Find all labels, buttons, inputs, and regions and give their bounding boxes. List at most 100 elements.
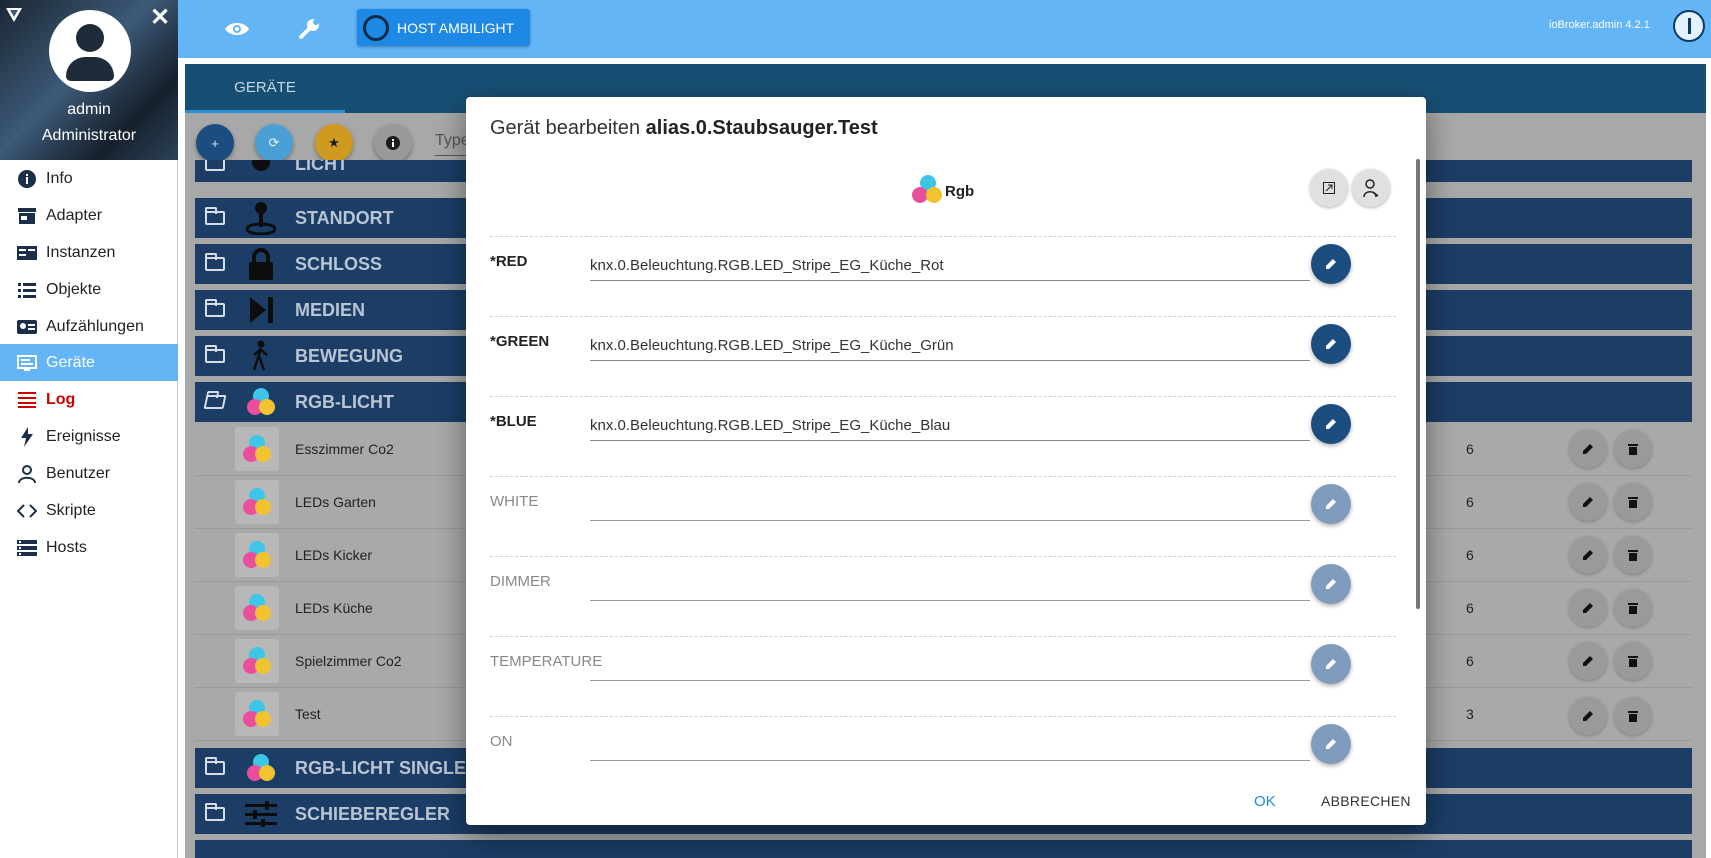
eye-icon[interactable] [222, 14, 252, 44]
category-label: RGB-LICHT SINGLE [295, 757, 466, 778]
dialog-title: Gerät bearbeiten alias.0.Staubsauger.Tes… [490, 117, 878, 140]
edit-device-button[interactable] [1569, 642, 1607, 680]
delete-device-button[interactable] [1614, 483, 1652, 521]
user-profile: ✕ admin Administrator [0, 0, 178, 160]
rgb-icon [243, 384, 279, 420]
sidebar-item-label: Info [46, 169, 73, 187]
sidebar-item-benutzer[interactable]: Benutzer [0, 455, 178, 492]
state-row-blue: *BLUE knx.0.Beleuchtung.RGB.LED_Stripe_E… [490, 396, 1396, 476]
sidebar-item-aufzaehlungen[interactable]: Aufzählungen [0, 308, 178, 345]
device-state-count: 3 [1466, 706, 1474, 722]
instances-icon [16, 242, 38, 264]
device-name: LEDs Kicker [295, 547, 373, 563]
sidebar: ✕ admin Administrator Info Adapter Insta… [0, 0, 178, 858]
device-name: LEDs Garten [295, 494, 376, 510]
edit-state-button[interactable] [1311, 324, 1351, 364]
folder-icon [205, 160, 225, 171]
edit-state-button[interactable] [1311, 644, 1351, 684]
slider-icon [243, 796, 279, 832]
edit-device-button[interactable] [1569, 697, 1607, 735]
dialog-scrollbar[interactable] [1416, 159, 1420, 609]
code-icon [16, 500, 38, 522]
category-label: RGB-LICHT [295, 391, 394, 412]
delete-device-button[interactable] [1614, 536, 1652, 574]
state-name: *GREEN [490, 333, 550, 350]
category-label: SCHIEBEREGLER [295, 803, 451, 824]
sidebar-item-info[interactable]: Info [0, 160, 178, 197]
refresh-button[interactable]: ⟳ [255, 124, 293, 162]
ok-button[interactable]: OK [1254, 793, 1276, 810]
edit-state-button[interactable] [1311, 244, 1351, 284]
delete-device-button[interactable] [1614, 430, 1652, 468]
sidebar-item-adapter[interactable]: Adapter [0, 197, 178, 234]
logout-icon[interactable] [1673, 10, 1705, 42]
device-icon [235, 586, 279, 630]
host-status-icon [363, 14, 389, 41]
app-root: ✕ admin Administrator Info Adapter Insta… [0, 0, 1711, 858]
category-label: MEDIEN [295, 299, 366, 320]
category-label: STANDORT [295, 207, 394, 228]
menu-toggle-icon[interactable] [6, 8, 22, 22]
edit-device-button[interactable] [1569, 483, 1607, 521]
store-icon [16, 205, 38, 227]
edit-device-button[interactable] [1569, 589, 1607, 627]
delete-device-button[interactable] [1614, 642, 1652, 680]
state-name: DIMMER [490, 573, 551, 590]
folder-icon [205, 253, 225, 271]
edit-state-button[interactable] [1311, 724, 1351, 764]
host-button[interactable]: HOST AMBILIGHT [357, 9, 530, 46]
device-state-count: 6 [1466, 653, 1474, 669]
state-id-input[interactable]: knx.0.Beleuchtung.RGB.LED_Stripe_EG_Küch… [590, 257, 1310, 281]
sidebar-item-objekte[interactable]: Objekte [0, 271, 178, 308]
expand-button[interactable] [1310, 169, 1348, 207]
device-type-label: Rgb [945, 182, 975, 200]
sidebar-item-log[interactable]: Log [0, 381, 178, 418]
device-icon [235, 639, 279, 683]
state-id-input[interactable] [590, 497, 1310, 521]
edit-state-button[interactable] [1311, 404, 1351, 444]
edit-state-button[interactable] [1311, 564, 1351, 604]
device-name: LEDs Küche [295, 600, 373, 616]
state-row-temperature: TEMPERATURE [490, 636, 1396, 716]
category-label: SCHLOSS [295, 253, 383, 274]
edit-state-button[interactable] [1311, 484, 1351, 524]
state-id-input[interactable]: knx.0.Beleuchtung.RGB.LED_Stripe_EG_Küch… [590, 417, 1310, 441]
edit-device-dialog: Gerät bearbeiten alias.0.Staubsauger.Tes… [466, 97, 1426, 825]
bulb-icon [243, 160, 279, 182]
device-name: Test [295, 706, 321, 722]
info-button[interactable] [374, 124, 412, 162]
media-icon [243, 292, 279, 328]
add-device-button[interactable]: + [196, 124, 234, 162]
state-id-input[interactable]: knx.0.Beleuchtung.RGB.LED_Stripe_EG_Küch… [590, 337, 1310, 361]
edit-device-button[interactable] [1569, 430, 1607, 468]
category-label: LICHT [295, 160, 348, 174]
state-id-input[interactable] [590, 737, 1310, 761]
sidebar-item-skripte[interactable]: Skripte [0, 492, 178, 529]
state-row-red: *RED knx.0.Beleuchtung.RGB.LED_Stripe_EG… [490, 236, 1396, 316]
flash-icon [16, 426, 38, 448]
state-id-input[interactable] [590, 657, 1310, 681]
sidebar-item-hosts[interactable]: Hosts [0, 529, 178, 566]
folder-icon [205, 345, 225, 363]
version-label: ioBroker.admin 4.2.1 [1549, 19, 1650, 31]
sidebar-item-instanzen[interactable]: Instanzen [0, 234, 178, 271]
favorites-button[interactable]: ★ [315, 124, 353, 162]
sidebar-item-label: Log [46, 390, 76, 408]
close-icon[interactable]: ✕ [150, 4, 170, 32]
tab-geraete[interactable]: GERÄTE [185, 64, 345, 113]
category-label: BEWEGUNG [295, 345, 403, 366]
delete-device-button[interactable] [1614, 697, 1652, 735]
state-row-on: ON [490, 716, 1396, 774]
state-id-input[interactable] [590, 577, 1310, 601]
wrench-icon[interactable] [294, 14, 324, 44]
delete-device-button[interactable] [1614, 589, 1652, 627]
wizard-button[interactable] [1352, 169, 1390, 207]
dialog-title-prefix: Gerät bearbeiten [490, 117, 646, 139]
folder-icon [205, 803, 225, 821]
sidebar-item-ereignisse[interactable]: Ereignisse [0, 418, 178, 455]
sidebar-item-geraete[interactable]: Geräte [0, 344, 178, 381]
sidebar-item-label: Objekte [46, 280, 102, 298]
edit-device-button[interactable] [1569, 536, 1607, 574]
cancel-button[interactable]: ABBRECHEN [1321, 793, 1411, 809]
folder-icon [205, 299, 225, 317]
